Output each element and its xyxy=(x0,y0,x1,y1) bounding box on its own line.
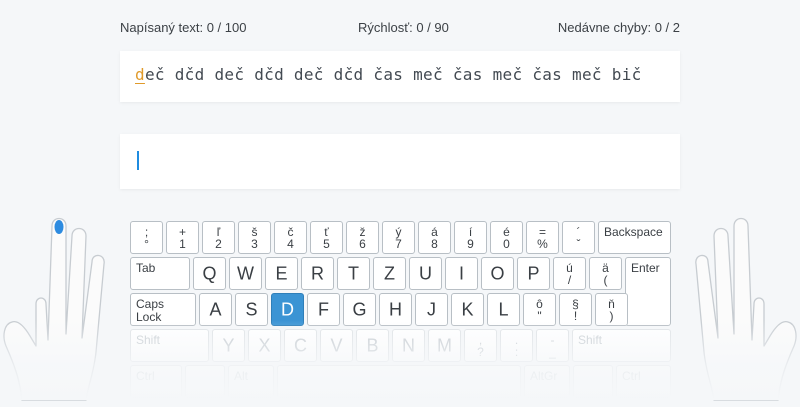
virtual-keyboard: ; ° +1 ľ2 š3 č4 ť5 ž6 ý7 á8 í9 é0 =% ´ ˇ B… xyxy=(126,217,675,407)
key-tab: Tab xyxy=(130,257,190,290)
key-n-caron: ň) xyxy=(595,293,628,326)
key-period: .: xyxy=(500,329,533,362)
key-z: Z xyxy=(373,257,406,290)
key-x: X xyxy=(248,329,281,362)
key-altgr: AltGr xyxy=(524,365,570,398)
current-character: d xyxy=(135,65,145,84)
speed-indicator: Rýchlosť: 0 / 90 xyxy=(358,20,449,35)
key-n: N xyxy=(392,329,425,362)
key-f: F xyxy=(307,293,340,326)
key-equals: =% xyxy=(526,221,559,254)
key-alt: Alt xyxy=(228,365,274,398)
key-m: M xyxy=(428,329,461,362)
key-w: W xyxy=(229,257,262,290)
key-win-left xyxy=(185,365,225,398)
key-l: L xyxy=(487,293,520,326)
key-shift-left: Shift xyxy=(130,329,209,362)
key-semicolon: ; ° xyxy=(130,221,163,254)
stats-bar: Napísaný text: 0 / 100 Rýchlosť: 0 / 90 … xyxy=(120,20,680,40)
recent-errors: Nedávne chyby: 0 / 2 xyxy=(557,20,680,35)
key-r: R xyxy=(301,257,334,290)
key-v: V xyxy=(320,329,353,362)
key-8: á8 xyxy=(418,221,451,254)
key-o-circumflex: ô " xyxy=(523,293,556,326)
key-0: é0 xyxy=(490,221,523,254)
key-space xyxy=(277,365,521,398)
key-e: E xyxy=(265,257,298,290)
key-j: J xyxy=(415,293,448,326)
key-c: C xyxy=(284,329,317,362)
practice-text-box: deč dčd deč dčd deč dčd čas meč čas meč … xyxy=(120,51,680,102)
key-win-right xyxy=(573,365,613,398)
key-section: §! xyxy=(559,293,592,326)
key-u-acute: ú / xyxy=(553,257,586,290)
key-u: U xyxy=(409,257,442,290)
key-g: G xyxy=(343,293,376,326)
key-acute: ´ ˇ xyxy=(562,221,595,254)
key-p: P xyxy=(517,257,550,290)
key-3: š3 xyxy=(238,221,271,254)
key-backspace: Backspace xyxy=(598,221,671,254)
practice-text: deč dčd deč dčd deč dčd čas meč čas meč … xyxy=(135,65,642,84)
key-b: B xyxy=(356,329,389,362)
key-a-umlaut: ä( xyxy=(589,257,622,290)
key-enter: Enter xyxy=(625,257,671,326)
key-9: í9 xyxy=(454,221,487,254)
key-1: +1 xyxy=(166,221,199,254)
key-6: ž6 xyxy=(346,221,379,254)
left-hand-icon xyxy=(3,217,105,401)
key-7: ý7 xyxy=(382,221,415,254)
right-hand-icon xyxy=(695,217,797,401)
typing-input[interactable] xyxy=(120,134,680,189)
key-ctrl-right: Ctrl xyxy=(616,365,671,398)
key-a: A xyxy=(199,293,232,326)
key-d: D xyxy=(271,293,304,326)
key-i: I xyxy=(445,257,478,290)
text-caret xyxy=(137,151,139,170)
key-caps-lock: Caps Lock xyxy=(130,293,196,326)
key-2: ľ2 xyxy=(202,221,235,254)
key-k: K xyxy=(451,293,484,326)
key-t: T xyxy=(337,257,370,290)
typed-count: Napísaný text: 0 / 100 xyxy=(120,20,247,35)
key-shift-right: Shift xyxy=(572,329,671,362)
key-y: Y xyxy=(212,329,245,362)
key-s: S xyxy=(235,293,268,326)
key-comma: ,? xyxy=(464,329,497,362)
left-middle-finger-highlight xyxy=(54,220,64,234)
key-minus: - _ xyxy=(536,329,569,362)
key-q: Q xyxy=(193,257,226,290)
key-4: č4 xyxy=(274,221,307,254)
key-h: H xyxy=(379,293,412,326)
key-ctrl-left: Ctrl xyxy=(130,365,182,398)
key-5: ť5 xyxy=(310,221,343,254)
remaining-text: eč dčd deč dčd deč dčd čas meč čas meč č… xyxy=(144,65,642,84)
key-o: O xyxy=(481,257,514,290)
